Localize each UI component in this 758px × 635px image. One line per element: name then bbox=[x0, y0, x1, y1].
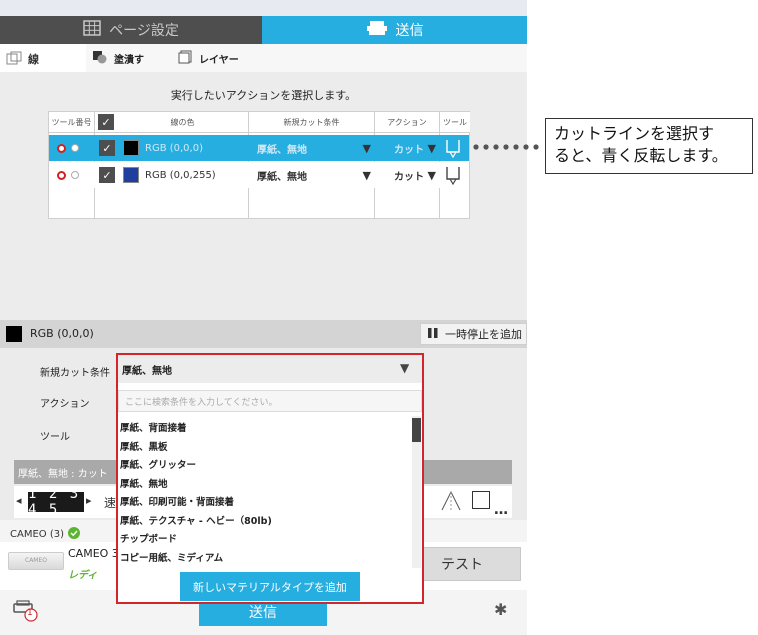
callout-connector bbox=[472, 141, 544, 150]
arrow-right-icon[interactable]: ▸ bbox=[86, 494, 92, 507]
gear-icon[interactable]: ✱ bbox=[494, 600, 507, 619]
speed-label: 速 bbox=[104, 496, 117, 510]
dropdown-selected-value: 厚紙、無地 bbox=[122, 365, 172, 377]
cut-condition-select[interactable]: 厚紙、無地 ▼ bbox=[257, 135, 371, 161]
table-row[interactable]: ✓ RGB (0,0,255) 厚紙、無地 ▼ カット ▼ bbox=[49, 162, 469, 188]
subtab-layer[interactable]: レイヤー bbox=[177, 44, 239, 72]
pause-icon bbox=[427, 327, 439, 342]
color-swatch bbox=[123, 140, 139, 156]
tool-blade-icon[interactable] bbox=[445, 162, 461, 188]
tab-page-setup-label: ページ設定 bbox=[109, 23, 179, 39]
callout-line-2: ると、青く反転します。 bbox=[554, 146, 728, 165]
chevron-down-icon: ▼ bbox=[427, 168, 436, 182]
add-material-button[interactable]: 新しいマテリアルタイプを追加 bbox=[180, 572, 360, 601]
search-placeholder: ここに検索条件を入力してください。 bbox=[125, 397, 278, 408]
blade-preview-icon[interactable] bbox=[472, 491, 490, 509]
divider bbox=[49, 132, 469, 133]
material-option[interactable]: 厚紙、無地 bbox=[120, 474, 410, 493]
material-option[interactable]: 厚紙、印刷可能・背面接着 bbox=[120, 492, 410, 511]
col-header-cut-condition: 新規カット条件 bbox=[249, 112, 374, 132]
dropdown-selected[interactable]: 厚紙、無地 ▼ bbox=[118, 355, 422, 383]
tab-send[interactable]: 送信 bbox=[262, 16, 527, 44]
subtab-line-label: 線 bbox=[28, 53, 39, 66]
action-label: アクション bbox=[40, 399, 90, 410]
grid-icon bbox=[83, 20, 101, 40]
chevron-down-icon: ▼ bbox=[427, 141, 436, 155]
cut-condition-select[interactable]: 厚紙、無地 ▼ bbox=[257, 162, 371, 188]
queue-icon[interactable] bbox=[12, 600, 38, 625]
callout-line-1: カットラインを選択す bbox=[554, 124, 715, 143]
line-color-label: RGB (0,0,0) bbox=[145, 142, 203, 154]
cut-condition-value: 厚紙、無地 bbox=[257, 171, 307, 183]
tool-2-radio[interactable] bbox=[71, 144, 79, 152]
layer-icon bbox=[177, 50, 193, 67]
chevron-down-icon: ▼ bbox=[362, 141, 371, 155]
material-option[interactable]: チップボード bbox=[120, 529, 410, 548]
cutter-icon bbox=[366, 20, 388, 40]
arrow-left-icon[interactable]: ◂ bbox=[16, 494, 22, 507]
fill-icon bbox=[92, 50, 108, 67]
more-icon[interactable]: … bbox=[494, 502, 508, 518]
tab-send-label: 送信 bbox=[395, 23, 424, 39]
col-header-line-color: 線の色 bbox=[117, 112, 248, 132]
row-checkbox[interactable]: ✓ bbox=[99, 167, 115, 183]
material-option[interactable]: 厚紙、黒板 bbox=[120, 437, 410, 456]
material-option[interactable]: 厚紙、テクスチャ - ヘビー（80lb) bbox=[120, 511, 410, 530]
subtab-line[interactable]: 線 bbox=[0, 44, 86, 74]
step-digits[interactable]: 1 2 3 4 5 bbox=[28, 486, 84, 518]
device-name: CAMEO 3 bbox=[68, 547, 119, 560]
selected-color-swatch bbox=[6, 326, 22, 342]
col-header-tool: ツール bbox=[440, 112, 470, 132]
device-status: レディ bbox=[68, 570, 98, 581]
material-option[interactable]: 厚紙、背面接着 bbox=[120, 418, 410, 437]
tab-page-setup[interactable]: ページ設定 bbox=[0, 16, 262, 44]
action-table: ツール番号 ✓ 線の色 新規カット条件 アクション ツール ✓ RGB (0,0… bbox=[48, 111, 470, 219]
add-pause-label: 一時停止を追加 bbox=[445, 328, 522, 341]
col-header-tool-number: ツール番号 bbox=[49, 112, 94, 132]
selected-color-label: RGB (0,0,0) bbox=[30, 327, 94, 340]
material-list: 厚紙、背面接着 厚紙、黒板 厚紙、グリッター 厚紙、無地 厚紙、印刷可能・背面接… bbox=[120, 418, 410, 566]
instruction-text: 実行したいアクションを選択します。 bbox=[170, 89, 357, 102]
check-all-checkbox[interactable]: ✓ bbox=[98, 114, 114, 130]
tool-2-radio[interactable] bbox=[71, 171, 79, 179]
line-icon bbox=[6, 51, 22, 68]
col-header-action: アクション bbox=[375, 112, 439, 132]
chevron-down-icon: ▼ bbox=[362, 168, 371, 182]
subtab-fill[interactable]: 塗潰す bbox=[92, 44, 144, 72]
add-pause-button[interactable]: 一時停止を追加 bbox=[420, 323, 527, 345]
queue-badge: 1 bbox=[27, 608, 33, 618]
action-select[interactable]: カット ▼ bbox=[394, 135, 436, 161]
color-swatch bbox=[123, 167, 139, 183]
tool-1-radio[interactable] bbox=[57, 170, 66, 180]
row-checkbox[interactable]: ✓ bbox=[99, 140, 115, 156]
col-header-check-all[interactable]: ✓ bbox=[95, 112, 117, 132]
dropdown-scroll-thumb[interactable] bbox=[412, 418, 421, 442]
tool-label: ツール bbox=[40, 432, 70, 443]
tool-1-radio[interactable] bbox=[57, 143, 66, 153]
check-circle-icon bbox=[67, 527, 80, 542]
material-option[interactable]: 厚紙、グリッター bbox=[120, 455, 410, 474]
cut-condition-label: 新規カット条件 bbox=[40, 368, 110, 379]
offset-icon[interactable] bbox=[440, 490, 462, 515]
material-option[interactable]: コピー用紙、ミディアム bbox=[120, 548, 410, 567]
table-row[interactable]: ✓ RGB (0,0,0) 厚紙、無地 ▼ カット ▼ bbox=[49, 135, 469, 161]
cut-condition-value: 厚紙、無地 bbox=[257, 144, 307, 156]
tool-blade-icon[interactable] bbox=[445, 135, 461, 161]
material-search-input[interactable]: ここに検索条件を入力してください。 bbox=[118, 390, 422, 412]
action-value: カット bbox=[394, 171, 424, 183]
action-select[interactable]: カット ▼ bbox=[394, 162, 436, 188]
callout-box: カットラインを選択す ると、青く反転します。 bbox=[545, 118, 753, 174]
line-color-label: RGB (0,0,255) bbox=[145, 169, 216, 181]
device-header-label: CAMEO (3) bbox=[10, 529, 64, 540]
chevron-down-icon: ▼ bbox=[400, 361, 410, 375]
subtab-fill-label: 塗潰す bbox=[114, 54, 144, 66]
cutter-image: CAMEO bbox=[8, 552, 64, 570]
window-top-strip bbox=[0, 0, 527, 16]
action-value: カット bbox=[394, 144, 424, 156]
device-header: CAMEO (3) bbox=[10, 527, 80, 542]
subtab-layer-label: レイヤー bbox=[199, 54, 239, 66]
